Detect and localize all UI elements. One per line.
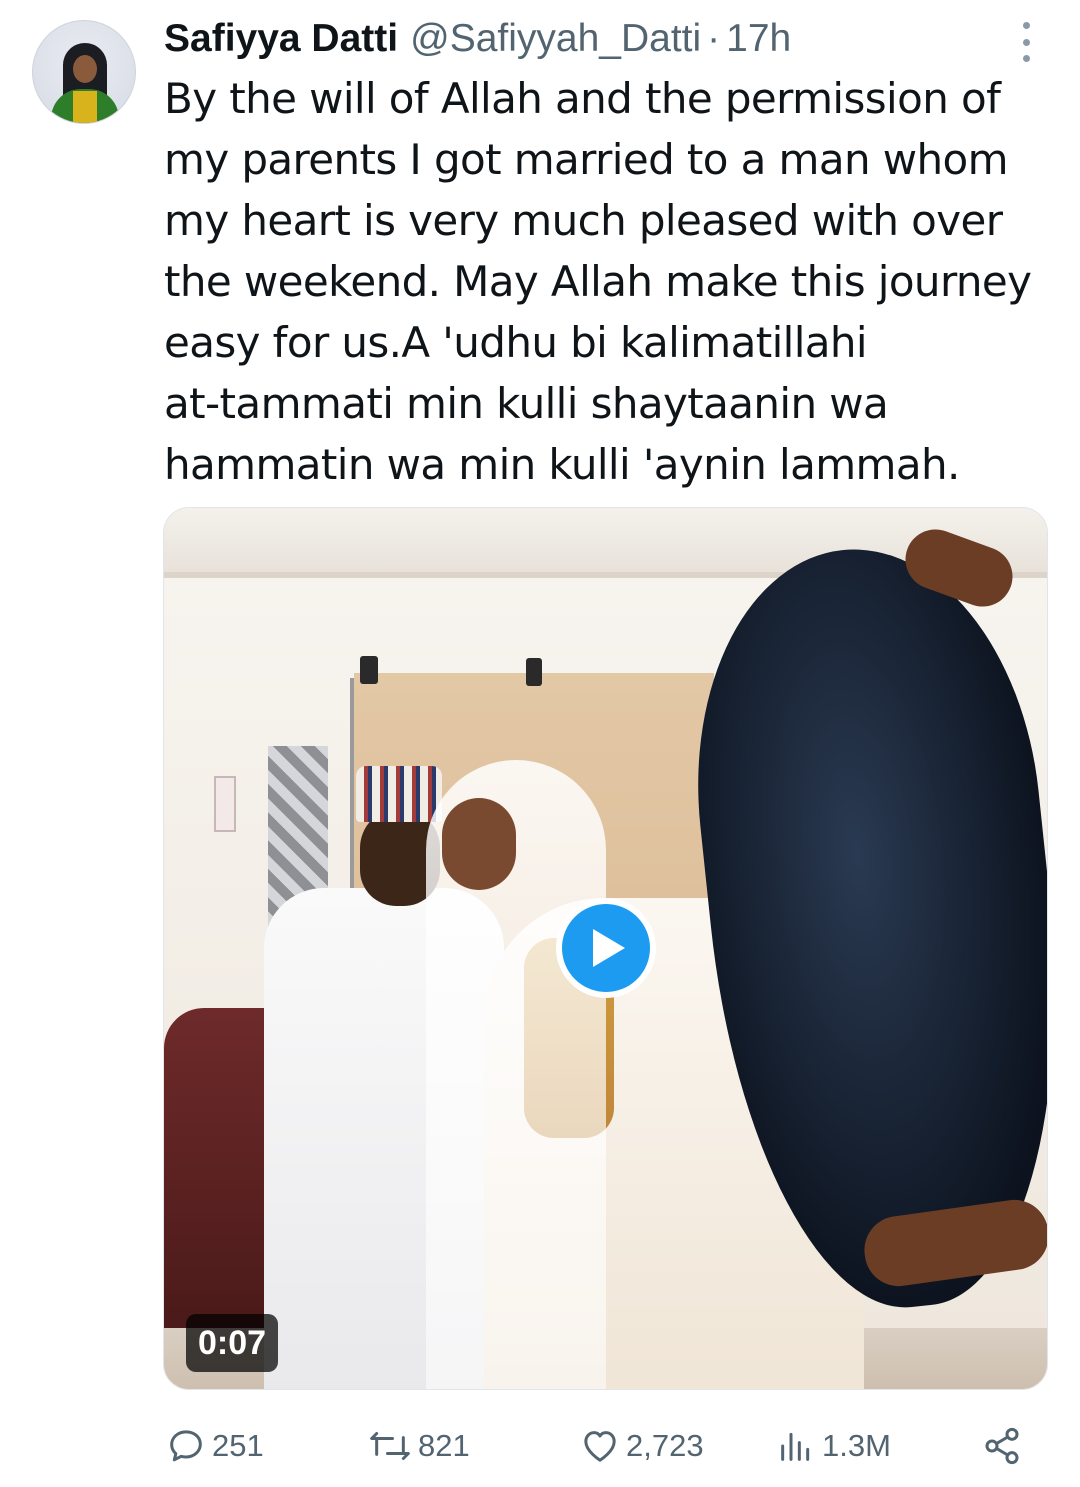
avatar-stole <box>73 91 97 123</box>
avatar[interactable] <box>32 20 136 124</box>
repost-count: 821 <box>418 1428 470 1463</box>
repost-button[interactable]: 821 <box>368 1420 470 1472</box>
scene-clamp <box>360 656 378 684</box>
tweet-text: By the will of Allah and the permission … <box>164 74 1032 489</box>
user-handle[interactable]: @Safiyyah_Datti <box>410 14 701 64</box>
views-icon <box>781 1432 810 1461</box>
reply-icon <box>170 1430 202 1462</box>
avatar-face <box>73 55 97 83</box>
timestamp[interactable]: 17h <box>726 14 791 64</box>
scene-clamp <box>526 658 542 686</box>
reply-button[interactable]: 251 <box>166 1420 264 1472</box>
display-name[interactable]: Safiyya Datti <box>164 14 398 64</box>
video-player[interactable]: 0:07 <box>163 507 1048 1390</box>
more-dot <box>1022 38 1030 46</box>
like-button[interactable]: 2,723 <box>580 1420 704 1472</box>
play-button[interactable] <box>556 898 656 998</box>
scene-groom-cap <box>356 766 442 822</box>
play-icon <box>593 929 625 967</box>
more-dot <box>1022 55 1030 62</box>
tweet-header: Safiyya Datti @Safiyyah_Datti · 17h <box>164 14 791 64</box>
repost-icon <box>370 1432 410 1460</box>
views-button[interactable]: 1.3M <box>776 1420 891 1472</box>
tweet-actions: 251 821 2,723 1.3M <box>0 1420 1080 1472</box>
separator-dot: · <box>707 17 721 60</box>
more-dot <box>1022 22 1030 29</box>
share-button[interactable] <box>982 1420 1022 1472</box>
share-icon <box>985 1427 1019 1465</box>
like-count: 2,723 <box>626 1428 704 1463</box>
heart-icon <box>584 1431 616 1462</box>
video-duration: 0:07 <box>186 1314 279 1372</box>
reply-count: 251 <box>212 1428 264 1463</box>
views-count: 1.3M <box>822 1428 891 1463</box>
scene-bride-head <box>442 798 516 890</box>
more-vertical-icon[interactable] <box>1014 22 1038 62</box>
scene-wall-frame <box>214 776 236 832</box>
tweet[interactable]: Safiyya Datti @Safiyyah_Datti · 17h By t… <box>0 0 1080 1487</box>
